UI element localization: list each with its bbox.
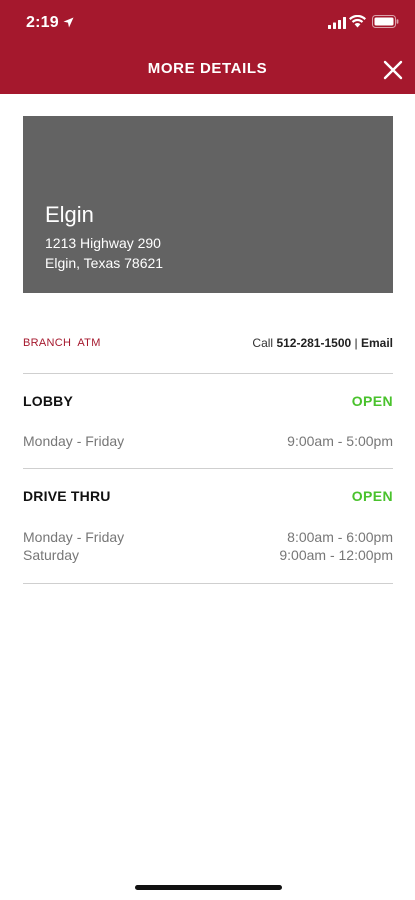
divider (23, 373, 393, 374)
lobby-day: Monday - Friday (23, 433, 125, 449)
address-line-2: Elgin, Texas 78621 (45, 255, 164, 271)
phone-link[interactable]: 512-281-1500 (276, 336, 351, 350)
location-name: Elgin (45, 202, 94, 227)
battery-icon (372, 15, 399, 28)
home-indicator[interactable] (135, 885, 282, 890)
page-title: MORE DETAILS (147, 60, 268, 77)
drive-thru-hours-2: 9:00am - 12:00pm (279, 547, 393, 563)
contact-separator: | (354, 336, 358, 350)
drive-thru-day-2: Saturday (23, 547, 80, 563)
status-time: 2:19 (26, 14, 59, 31)
lobby-title: LOBBY (23, 393, 73, 409)
location-type-label: BRANCH ATM (23, 337, 101, 349)
drive-thru-title: DRIVE THRU (23, 488, 111, 504)
wifi-icon (349, 15, 366, 28)
close-icon[interactable] (381, 58, 405, 82)
address-line-1: 1213 Highway 290 (45, 235, 161, 251)
email-link[interactable]: Email (361, 336, 393, 350)
drive-thru-status: OPEN (351, 488, 393, 504)
drive-thru-hours-1: 8:00am - 6:00pm (287, 529, 393, 545)
location-card: Elgin 1213 Highway 290 Elgin, Texas 7862… (23, 116, 393, 293)
contact-row: Call 512-281-1500 | Email (252, 336, 393, 350)
divider (23, 468, 393, 469)
header-bar: 2:19 MORE DETAILS (0, 0, 415, 94)
lobby-status: OPEN (351, 393, 393, 409)
location-arrow-icon (63, 17, 74, 28)
status-bar: 2:19 (0, 0, 415, 48)
divider (23, 583, 393, 584)
drive-thru-day-1: Monday - Friday (23, 529, 125, 545)
cellular-signal-icon (328, 17, 346, 29)
lobby-hours: 9:00am - 5:00pm (287, 433, 393, 449)
call-label: Call (252, 336, 274, 350)
